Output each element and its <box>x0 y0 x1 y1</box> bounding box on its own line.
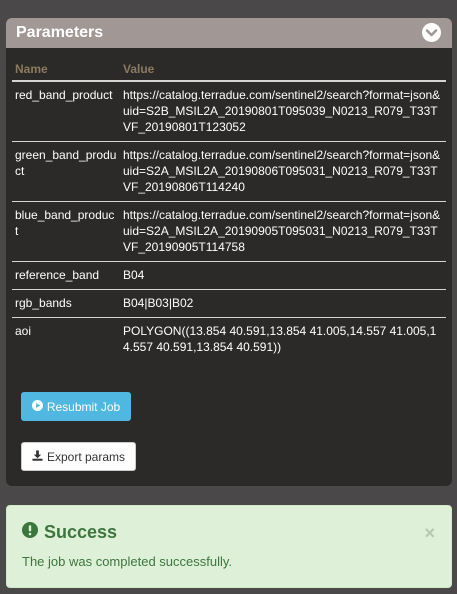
param-value: POLYGON((13.854 40.591,13.854 41.005,14.… <box>123 324 437 354</box>
table-row: reference_band B04 <box>12 261 446 290</box>
param-name: rgb_bands <box>12 289 120 318</box>
param-value: https://catalog.terradue.com/sentinel2/s… <box>120 141 446 202</box>
table-row: green_band_product https://catalog.terra… <box>12 141 446 202</box>
param-name: green_band_product <box>12 141 120 202</box>
alert-title-text: Success <box>44 522 118 542</box>
table-row: rgb_bands B04|B03|B02 <box>12 289 446 318</box>
download-icon <box>32 449 43 464</box>
param-name: aoi <box>15 324 32 338</box>
alert-message: The job was completed successfully. <box>22 554 233 569</box>
success-alert: Success The job was completed successful… <box>6 505 452 588</box>
chevron-down-circle-icon[interactable] <box>422 23 441 42</box>
param-value: https://catalog.terradue.com/sentinel2/s… <box>120 81 446 142</box>
table-header-row: Name Value <box>12 57 446 82</box>
play-circle-icon <box>31 399 43 414</box>
table-row: red_band_product https://catalog.terradu… <box>12 81 446 142</box>
export-params-button[interactable]: Export params <box>21 442 136 471</box>
panel-header: Parameters <box>6 18 452 48</box>
resubmit-job-label: Resubmit Job <box>46 399 121 414</box>
param-value: B04|B03|B02 <box>120 289 446 318</box>
exclamation-circle-icon <box>22 522 38 543</box>
resubmit-job-button[interactable]: Resubmit Job <box>21 392 131 421</box>
parameters-panel: Parameters Name Value red_band_product h… <box>6 18 452 486</box>
close-icon[interactable]: × <box>424 524 435 542</box>
column-header-name: Name <box>12 57 120 82</box>
column-header-value: Value <box>120 57 446 82</box>
alert-title: Success <box>22 522 117 543</box>
export-params-label: Export params <box>46 449 126 464</box>
parameters-table: Name Value red_band_product https://cata… <box>12 57 446 361</box>
param-name: reference_band <box>12 261 120 290</box>
param-name: blue_band_product <box>12 201 120 262</box>
param-value: B04 <box>120 261 446 290</box>
panel-title: Parameters <box>16 24 104 41</box>
table-row: aoi POLYGON((13.854 40.591,13.854 41.005… <box>12 318 446 362</box>
param-name: red_band_product <box>12 81 120 142</box>
table-row: blue_band_product https://catalog.terrad… <box>12 201 446 262</box>
param-value: https://catalog.terradue.com/sentinel2/s… <box>120 201 446 262</box>
